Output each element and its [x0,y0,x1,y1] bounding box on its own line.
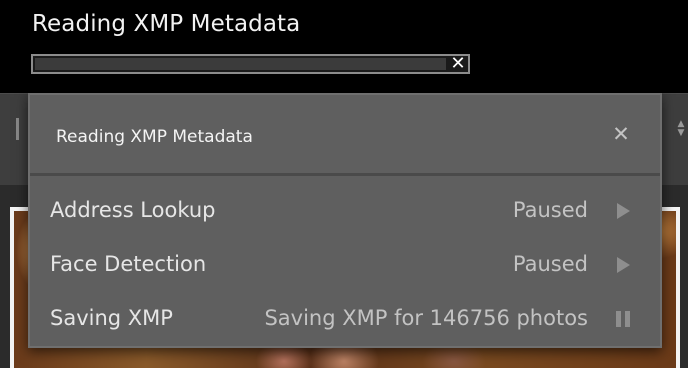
play-icon [617,203,630,219]
task-row-saving-xmp: Saving XMP Saving XMP for 146756 photos [30,294,660,348]
dialog-header: Reading XMP Metadata ✕ [30,95,660,176]
resume-button[interactable] [614,202,632,220]
task-name: Address Lookup [50,198,216,222]
task-row-face-detection: Face Detection Paused [30,240,660,294]
resume-button[interactable] [614,256,632,274]
play-icon [617,257,630,273]
task-status: Paused [512,252,588,276]
task-name: Saving XMP [50,306,173,330]
progress-bar: ✕ [31,54,470,74]
progress-track [35,58,446,70]
activity-dialog: Reading XMP Metadata ✕ Address Lookup Pa… [28,93,662,348]
up-down-arrows-icon[interactable]: ▲ ▼ [676,120,686,138]
toolbar-edge-icon [16,118,28,140]
task-status: Saving XMP for 146756 photos [264,306,588,330]
dialog-title: Reading XMP Metadata [56,127,253,147]
pause-button[interactable] [614,310,632,328]
task-row-address-lookup: Address Lookup Paused [30,186,660,240]
task-status: Paused [512,198,588,222]
close-icon[interactable]: ✕ [449,55,467,73]
pause-icon [614,310,632,328]
header-title: Reading XMP Metadata [32,11,301,37]
task-name: Face Detection [50,252,207,276]
close-icon[interactable]: ✕ [610,123,632,145]
